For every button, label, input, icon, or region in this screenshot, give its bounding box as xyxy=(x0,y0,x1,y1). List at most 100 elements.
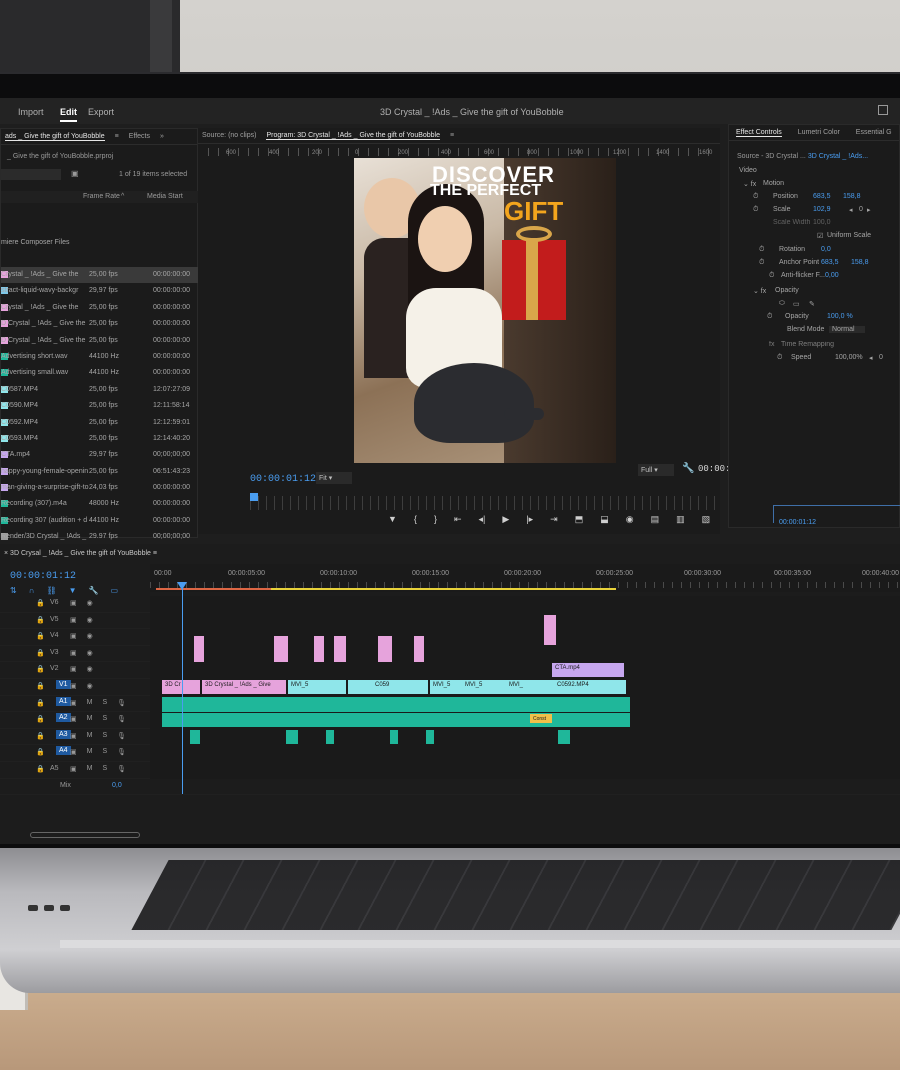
tab-effect-controls[interactable]: Effect Controls xyxy=(736,129,782,137)
speed-value[interactable]: 100,00% xyxy=(835,354,863,361)
captions-icon[interactable]: ▭ xyxy=(111,586,119,595)
close-icon[interactable]: × xyxy=(4,550,8,557)
effects-timecode[interactable]: 00:00:01:12 xyxy=(779,519,816,526)
play-icon[interactable]: ▶ xyxy=(502,514,509,525)
motion-group[interactable]: ⌄ fx Motion xyxy=(729,178,900,191)
audio-clip[interactable] xyxy=(558,729,570,744)
mute-button[interactable]: M xyxy=(87,699,93,707)
sync-lock-icon[interactable]: ▣ xyxy=(70,682,77,690)
track-label[interactable]: V4 xyxy=(50,632,59,639)
track-label[interactable]: V6 xyxy=(50,599,59,606)
mute-button[interactable]: M xyxy=(87,765,93,773)
lock-icon[interactable]: 🔒 xyxy=(36,616,45,624)
sync-lock-icon[interactable]: ▣ xyxy=(70,665,77,673)
insert-icon[interactable]: ⇅ xyxy=(10,586,17,595)
panel-menu-icon[interactable]: ≡ xyxy=(153,550,157,557)
lock-icon[interactable]: 🔒 xyxy=(36,748,45,756)
microphone-icon[interactable]: 🎙 xyxy=(117,765,126,773)
track-label[interactable]: V2 xyxy=(50,665,59,672)
go-to-out-icon[interactable]: ⇥ xyxy=(550,514,558,525)
wrench-icon[interactable]: 🔧 xyxy=(682,463,694,474)
timeline-clip[interactable] xyxy=(314,635,324,662)
keyframe-nav-icon[interactable]: ▸ xyxy=(867,206,871,214)
timeline-playhead[interactable] xyxy=(182,584,183,794)
chevron-right-icon[interactable]: » xyxy=(160,133,164,140)
sync-lock-icon[interactable]: ▣ xyxy=(70,732,77,740)
stopwatch-icon[interactable]: ⏱ xyxy=(753,206,758,214)
opacity-group[interactable]: ⌄ fx Opacity xyxy=(729,285,900,298)
stopwatch-icon[interactable]: ⏱ xyxy=(769,272,774,280)
position-y-value[interactable]: 158,8 xyxy=(843,193,861,200)
track-area[interactable] xyxy=(150,745,900,762)
timeline-clip[interactable] xyxy=(194,635,204,662)
eye-icon[interactable]: ◉ xyxy=(87,632,93,640)
project-item[interactable]: C0587.MP4 25,00 fps 12:07:27:09 xyxy=(1,382,199,398)
ellipse-mask-icon[interactable]: ⬭ xyxy=(779,300,785,308)
timeline-clip[interactable] xyxy=(274,635,288,662)
sync-lock-icon[interactable]: ▣ xyxy=(70,632,77,640)
panel-menu-icon[interactable]: ≡ xyxy=(115,133,119,140)
extract-icon[interactable]: ⬓ xyxy=(600,514,609,525)
lock-icon[interactable]: 🔒 xyxy=(36,599,45,607)
track-area[interactable] xyxy=(150,612,900,630)
microphone-icon[interactable]: 🎙 xyxy=(117,748,126,756)
time-remapping-group[interactable]: fx Time Remapping xyxy=(729,339,900,352)
audio-clip-label[interactable]: Const xyxy=(530,714,552,724)
wrench-icon[interactable]: 🔧 xyxy=(89,586,99,595)
timeline-clip[interactable]: 3D Cr xyxy=(162,679,200,694)
project-item[interactable]: D Crystal _ !Ads _ Give the 25,00 fps 00:0… xyxy=(1,316,199,332)
monitor-scrubber[interactable] xyxy=(250,496,720,510)
vr-icon[interactable]: ▧ xyxy=(702,514,711,525)
step-forward-icon[interactable]: |▸ xyxy=(526,514,533,525)
project-item[interactable]: D Crystal _ !Ads _ Give the 25,00 fps 00:0… xyxy=(1,333,199,349)
anchor-y-value[interactable]: 158,8 xyxy=(851,259,869,266)
video-preview[interactable]: DISCOVER THE PERFECT GIFT xyxy=(354,158,616,463)
scale-value[interactable]: 102,9 xyxy=(813,206,831,213)
timeline-clip[interactable] xyxy=(544,615,556,646)
stopwatch-icon[interactable]: ⏱ xyxy=(767,313,772,321)
timeline-clip[interactable] xyxy=(414,635,424,662)
timeline-clip[interactable]: MVI_ xyxy=(506,679,554,694)
solo-button[interactable]: S xyxy=(102,699,107,707)
track-area[interactable]: CTA.mp4 xyxy=(150,662,900,679)
step-back-icon[interactable]: ◂| xyxy=(479,514,486,525)
eye-icon[interactable]: ◉ xyxy=(87,599,93,607)
go-to-in-icon[interactable]: ⇤ xyxy=(454,514,462,525)
mark-in-icon[interactable]: { xyxy=(414,514,417,525)
timeline-clip[interactable] xyxy=(378,635,392,662)
timeline-clip[interactable] xyxy=(334,635,346,662)
column-frame-rate[interactable]: Frame Rate xyxy=(83,193,120,200)
eye-icon[interactable]: ◉ xyxy=(87,616,93,624)
zoom-fit-select[interactable]: Fit ▾ xyxy=(316,472,352,484)
panel-menu-icon[interactable]: ≡ xyxy=(450,132,454,139)
position-x-value[interactable]: 683,5 xyxy=(813,193,831,200)
stopwatch-icon[interactable]: ⏱ xyxy=(753,193,758,201)
antiflicker-value[interactable]: 0,00 xyxy=(825,272,839,279)
sort-icon[interactable]: ^ xyxy=(121,193,124,200)
track-label[interactable]: A2 xyxy=(56,713,71,723)
workspace-icon[interactable] xyxy=(878,105,888,115)
audio-clip[interactable] xyxy=(326,729,334,744)
audio-clip[interactable] xyxy=(162,713,630,728)
lock-icon[interactable]: 🔒 xyxy=(36,765,45,773)
project-item[interactable]: Crystal _ !Ads _ Give the 25,00 fps 00:00:… xyxy=(1,300,199,316)
sync-lock-icon[interactable]: ▣ xyxy=(70,599,77,607)
proxy-icon[interactable]: ▥ xyxy=(676,514,685,525)
track-area[interactable]: 3D Cr 3D Crystal _ !Ads _ Give MVI_5 C059 MV… xyxy=(150,678,900,696)
lift-icon[interactable]: ⬒ xyxy=(575,514,584,525)
bin-icon[interactable]: ▣ xyxy=(71,169,79,178)
mute-button[interactable]: M xyxy=(87,748,93,756)
audio-clip[interactable] xyxy=(390,729,398,744)
eye-icon[interactable]: ◉ xyxy=(87,682,93,690)
lock-icon[interactable]: 🔒 xyxy=(36,665,45,673)
pen-mask-icon[interactable]: ✎ xyxy=(809,300,815,308)
playback-resolution-select[interactable]: Full ▾ xyxy=(638,464,674,476)
camera-icon[interactable]: ◉ xyxy=(626,514,634,525)
tab-lumetri-color[interactable]: Lumetri Color xyxy=(798,129,840,136)
mix-value[interactable]: 0,0 xyxy=(112,782,122,789)
track-area[interactable] xyxy=(150,615,900,646)
track-label[interactable]: V1 xyxy=(56,679,71,689)
compare-icon[interactable]: ▤ xyxy=(651,514,660,525)
track-label[interactable]: V5 xyxy=(50,616,59,623)
track-area[interactable] xyxy=(150,695,900,715)
